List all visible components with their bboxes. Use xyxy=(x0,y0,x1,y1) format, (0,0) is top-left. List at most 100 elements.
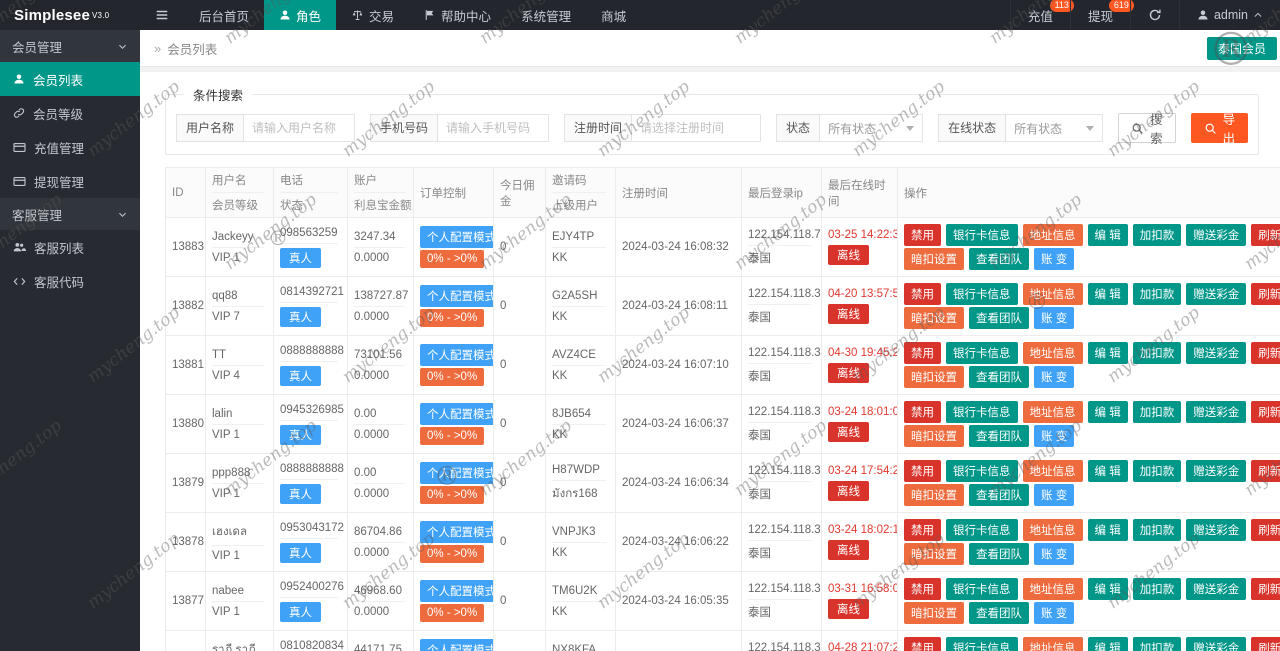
op-disable-button[interactable]: 禁用 xyxy=(904,401,941,423)
op-bank-card-info-button[interactable]: 银行卡信息 xyxy=(946,283,1018,305)
online-status-select[interactable]: 所有状态 xyxy=(1005,114,1104,142)
op-gift-bonus-button[interactable]: 赠送彩金 xyxy=(1186,342,1247,364)
username-input[interactable] xyxy=(243,114,356,142)
op-bank-card-info-button[interactable]: 银行卡信息 xyxy=(946,519,1018,541)
sidebar-item-1-1[interactable]: 客服代码 xyxy=(0,264,140,298)
op-gift-bonus-button[interactable]: 赠送彩金 xyxy=(1186,460,1247,482)
op-view-team-button[interactable]: 查看团队 xyxy=(969,248,1029,270)
admin-menu[interactable]: admin xyxy=(1178,0,1280,30)
nav-item-0[interactable]: 后台首页 xyxy=(184,0,264,30)
op-address-info-button[interactable]: 地址信息 xyxy=(1022,637,1083,651)
nav-item-5[interactable]: 商城 xyxy=(586,0,641,30)
op-gift-bonus-button[interactable]: 赠送彩金 xyxy=(1186,578,1247,600)
op-account-change-button[interactable]: 账 变 xyxy=(1034,248,1075,270)
sidebar-item-0-3[interactable]: 提现管理 xyxy=(0,164,140,198)
op-refresh-qrcode-button[interactable]: 刷新二维码 xyxy=(1251,460,1280,482)
op-disable-button[interactable]: 禁用 xyxy=(904,578,941,600)
op-refresh-qrcode-button[interactable]: 刷新二维码 xyxy=(1251,342,1280,364)
regtime-input[interactable] xyxy=(631,114,762,142)
op-edit-button[interactable]: 编 辑 xyxy=(1087,283,1128,305)
op-bank-card-info-button[interactable]: 银行卡信息 xyxy=(946,401,1018,423)
op-view-team-button[interactable]: 查看团队 xyxy=(969,602,1029,624)
nav-item-2[interactable]: 交易 xyxy=(336,0,409,30)
op-add-deduct-funds-button[interactable]: 加扣款 xyxy=(1132,224,1182,246)
op-bank-card-info-button[interactable]: 银行卡信息 xyxy=(946,342,1018,364)
op-bank-card-info-button[interactable]: 银行卡信息 xyxy=(946,224,1018,246)
op-view-team-button[interactable]: 查看团队 xyxy=(969,366,1029,388)
withdraw-nav-item[interactable]: 提现 619 xyxy=(1069,0,1134,30)
op-refresh-qrcode-button[interactable]: 刷新二维码 xyxy=(1251,578,1280,600)
op-edit-button[interactable]: 编 辑 xyxy=(1087,519,1128,541)
op-bank-card-info-button[interactable]: 银行卡信息 xyxy=(946,578,1018,600)
sidebar-section-0[interactable]: 会员管理 xyxy=(0,30,140,62)
op-refresh-qrcode-button[interactable]: 刷新二维码 xyxy=(1251,283,1280,305)
op-refresh-qrcode-button[interactable]: 刷新二维码 xyxy=(1251,224,1280,246)
order-rate-badge[interactable]: 0% - >0% xyxy=(420,250,485,268)
op-hidden-deduct-settings-button[interactable]: 暗扣设置 xyxy=(904,425,964,447)
sidebar-toggle-button[interactable] xyxy=(140,0,184,30)
op-hidden-deduct-settings-button[interactable]: 暗扣设置 xyxy=(904,543,964,565)
order-rate-badge[interactable]: 0% - >0% xyxy=(420,309,485,327)
sidebar-item-1-0[interactable]: 客服列表 xyxy=(0,230,140,264)
op-add-deduct-funds-button[interactable]: 加扣款 xyxy=(1132,401,1182,423)
op-account-change-button[interactable]: 账 变 xyxy=(1034,425,1075,447)
sidebar-item-0-0[interactable]: 会员列表 xyxy=(0,62,140,96)
export-button[interactable]: 导出 xyxy=(1190,113,1249,146)
order-mode-badge[interactable]: 个人配置模式 xyxy=(420,639,493,651)
op-address-info-button[interactable]: 地址信息 xyxy=(1022,460,1083,482)
op-add-deduct-funds-button[interactable]: 加扣款 xyxy=(1132,519,1182,541)
op-add-deduct-funds-button[interactable]: 加扣款 xyxy=(1132,342,1182,364)
op-account-change-button[interactable]: 账 变 xyxy=(1034,602,1075,624)
op-disable-button[interactable]: 禁用 xyxy=(904,637,941,651)
order-mode-badge[interactable]: 个人配置模式 xyxy=(420,462,493,484)
op-hidden-deduct-settings-button[interactable]: 暗扣设置 xyxy=(904,248,964,270)
op-hidden-deduct-settings-button[interactable]: 暗扣设置 xyxy=(904,484,964,506)
op-bank-card-info-button[interactable]: 银行卡信息 xyxy=(946,460,1018,482)
recharge-nav-item[interactable]: 充值 113 xyxy=(1009,0,1074,30)
op-hidden-deduct-settings-button[interactable]: 暗扣设置 xyxy=(904,602,964,624)
op-address-info-button[interactable]: 地址信息 xyxy=(1022,401,1083,423)
op-edit-button[interactable]: 编 辑 xyxy=(1087,460,1128,482)
nav-item-3[interactable]: 帮助中心 xyxy=(409,0,506,30)
order-mode-badge[interactable]: 个人配置模式 xyxy=(420,580,493,602)
op-account-change-button[interactable]: 账 变 xyxy=(1034,484,1075,506)
op-add-deduct-funds-button[interactable]: 加扣款 xyxy=(1132,460,1182,482)
op-hidden-deduct-settings-button[interactable]: 暗扣设置 xyxy=(904,366,964,388)
op-disable-button[interactable]: 禁用 xyxy=(904,460,941,482)
op-gift-bonus-button[interactable]: 赠送彩金 xyxy=(1186,283,1247,305)
op-add-deduct-funds-button[interactable]: 加扣款 xyxy=(1132,578,1182,600)
sidebar-item-0-2[interactable]: 充值管理 xyxy=(0,130,140,164)
op-address-info-button[interactable]: 地址信息 xyxy=(1022,519,1083,541)
op-disable-button[interactable]: 禁用 xyxy=(904,283,941,305)
order-mode-badge[interactable]: 个人配置模式 xyxy=(420,226,493,248)
op-gift-bonus-button[interactable]: 赠送彩金 xyxy=(1186,401,1247,423)
status-select[interactable]: 所有状态 xyxy=(819,114,924,142)
op-edit-button[interactable]: 编 辑 xyxy=(1087,342,1128,364)
op-account-change-button[interactable]: 账 变 xyxy=(1034,543,1075,565)
op-disable-button[interactable]: 禁用 xyxy=(904,519,941,541)
order-mode-badge[interactable]: 个人配置模式 xyxy=(420,403,493,425)
op-view-team-button[interactable]: 查看团队 xyxy=(969,307,1029,329)
op-bank-card-info-button[interactable]: 银行卡信息 xyxy=(946,637,1018,651)
op-edit-button[interactable]: 编 辑 xyxy=(1087,401,1128,423)
op-account-change-button[interactable]: 账 变 xyxy=(1034,366,1075,388)
op-refresh-qrcode-button[interactable]: 刷新二维码 xyxy=(1251,637,1280,651)
sidebar-item-0-1[interactable]: 会员等级 xyxy=(0,96,140,130)
order-rate-badge[interactable]: 0% - >0% xyxy=(420,604,485,622)
op-view-team-button[interactable]: 查看团队 xyxy=(969,425,1029,447)
order-rate-badge[interactable]: 0% - >0% xyxy=(420,427,485,445)
op-account-change-button[interactable]: 账 变 xyxy=(1034,307,1075,329)
nav-item-4[interactable]: 系统管理 xyxy=(506,0,586,30)
op-view-team-button[interactable]: 查看团队 xyxy=(969,543,1029,565)
op-refresh-qrcode-button[interactable]: 刷新二维码 xyxy=(1251,401,1280,423)
order-mode-badge[interactable]: 个人配置模式 xyxy=(420,521,493,543)
order-rate-badge[interactable]: 0% - >0% xyxy=(420,545,485,563)
op-add-deduct-funds-button[interactable]: 加扣款 xyxy=(1132,637,1182,651)
refresh-button[interactable] xyxy=(1129,0,1179,30)
op-address-info-button[interactable]: 地址信息 xyxy=(1022,283,1083,305)
search-button[interactable]: 搜 索 xyxy=(1118,113,1176,146)
op-hidden-deduct-settings-button[interactable]: 暗扣设置 xyxy=(904,307,964,329)
op-refresh-qrcode-button[interactable]: 刷新二维码 xyxy=(1251,519,1280,541)
order-mode-badge[interactable]: 个人配置模式 xyxy=(420,344,493,366)
op-gift-bonus-button[interactable]: 赠送彩金 xyxy=(1186,637,1247,651)
